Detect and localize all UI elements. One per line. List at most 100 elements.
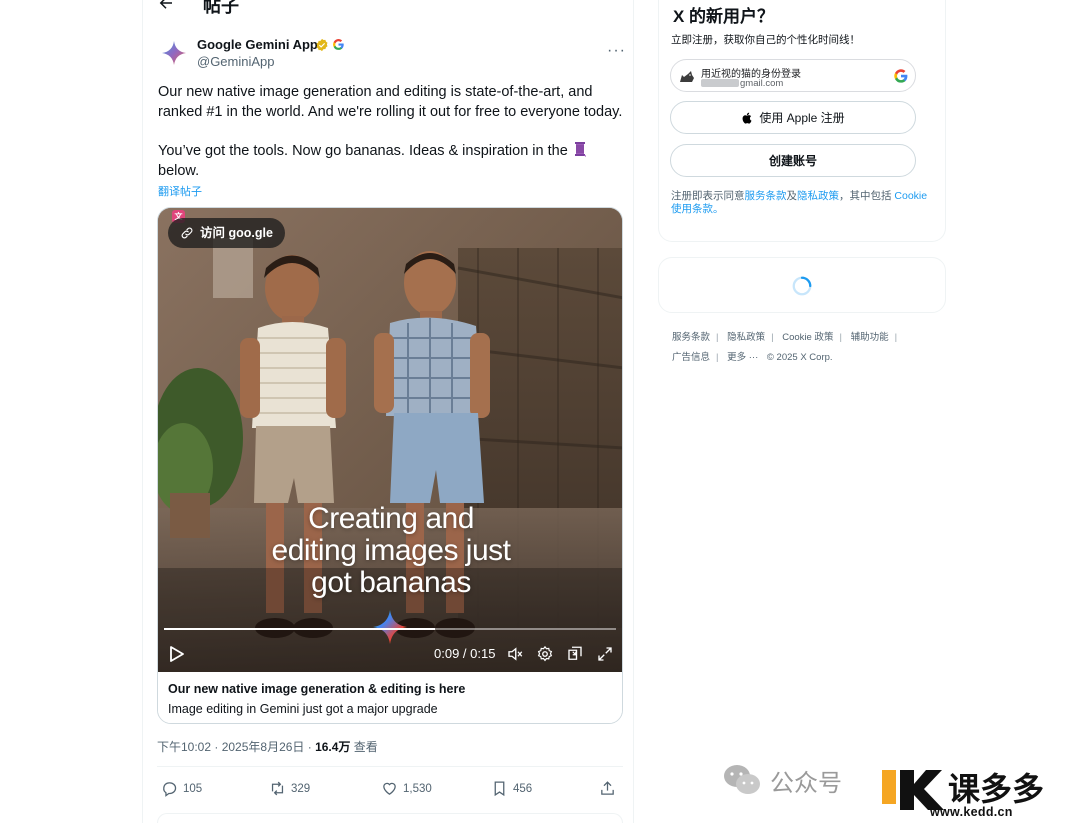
verified-badge-icon — [316, 38, 328, 52]
svg-text:课多多: 课多多 — [948, 770, 1044, 808]
video-frame-image — [158, 208, 622, 672]
apple-logo-icon — [742, 112, 752, 124]
terms-mid: ，其中包括 — [839, 190, 895, 202]
media-card[interactable]: 文 访问 goo.gle Creating and editing images… — [157, 207, 623, 724]
visit-link-label: 访问 goo.gle — [200, 226, 273, 240]
more-options-icon[interactable]: ··· — [607, 42, 626, 60]
repost-button[interactable]: 329 — [269, 780, 310, 797]
heart-icon — [383, 782, 396, 795]
avatar[interactable] — [159, 38, 189, 68]
thread-spool-icon — [574, 142, 586, 157]
footer-row-1: 服务条款 | 隐私政策 | Cookie 政策 | 辅助功能 | — [672, 328, 932, 348]
share-icon — [601, 781, 614, 795]
bookmark-icon — [494, 781, 505, 797]
footer-separator: | — [894, 332, 898, 343]
like-button[interactable]: 1,530 — [381, 780, 432, 797]
footer-link-cookie[interactable]: Cookie 政策 — [782, 332, 833, 343]
share-button[interactable] — [599, 780, 621, 797]
link-icon — [181, 227, 193, 239]
headline-line-1: Creating and — [308, 502, 474, 535]
link-card-description: Image editing in Gemini just got a major… — [168, 702, 438, 716]
terms-and: 及 — [786, 190, 798, 202]
loading-panel — [658, 257, 946, 313]
video-progress-fill — [164, 628, 436, 630]
repost-count: 329 — [291, 782, 311, 795]
views-label: 查看 — [350, 740, 378, 754]
reply-count: 105 — [183, 782, 203, 795]
footer-link-ads[interactable]: 广告信息 — [672, 352, 710, 363]
video-player[interactable]: 文 访问 goo.gle Creating and editing images… — [158, 208, 622, 672]
back-arrow-icon[interactable] — [157, 0, 175, 12]
timestamp-text: 下午10:02 · 2025年8月26日 · — [157, 740, 316, 754]
mute-icon[interactable] — [506, 645, 524, 663]
cat-avatar-icon — [680, 71, 694, 82]
email-redaction — [701, 79, 739, 87]
visit-link-button[interactable]: 访问 goo.gle — [168, 218, 285, 248]
footer-separator: | — [839, 332, 842, 343]
tweet-text-2: You’ve got the tools. Now go bananas. Id… — [158, 141, 628, 181]
footer-link-tos[interactable]: 服务条款 — [672, 332, 710, 343]
signup-title: X 的新用户？ — [673, 7, 775, 26]
translate-post-link[interactable]: 翻译帖子 — [158, 183, 202, 199]
tweet-text-2-tail: below. — [158, 163, 200, 179]
video-progress-bar[interactable] — [164, 628, 616, 630]
google-account-email: gmail.com — [701, 78, 783, 89]
bookmark-button[interactable]: 456 — [491, 780, 532, 797]
create-account-label: 创建账号 — [768, 154, 817, 168]
video-time: 0:09 / 0:15 — [434, 646, 496, 661]
create-account-button[interactable]: 创建账号 — [670, 144, 916, 177]
google-logo-icon — [894, 69, 908, 83]
privacy-policy-link[interactable]: 隐私政策 — [797, 190, 839, 202]
settings-gear-icon[interactable] — [536, 645, 554, 663]
like-count: 1,530 — [403, 782, 432, 795]
video-overlay-headline: Creating and editing images just got ban… — [158, 502, 622, 599]
footer-copyright: © 2025 X Corp. — [766, 352, 833, 363]
terms-prefix: 注册即表示同意 — [671, 190, 745, 202]
kedd-url: www.kedd.cn — [930, 805, 1013, 819]
apple-signup-label: 使用 Apple 注册 — [759, 111, 845, 125]
google-affiliate-icon — [333, 39, 344, 50]
top-bar: 帖子 — [143, 0, 633, 20]
wechat-icon — [724, 765, 760, 794]
signup-subtitle: 立即注册，获取你自己的个性化时间线！ — [671, 34, 860, 46]
footer-separator: | — [716, 352, 719, 363]
footer-row-2: 广告信息 | 更多 ··· © 2025 X Corp. — [672, 348, 932, 368]
next-item-edge — [157, 813, 623, 823]
footer-links: 服务条款 | 隐私政策 | Cookie 政策 | 辅助功能 | 广告信息 | 更多 ··… — [672, 328, 932, 368]
link-card-title: Our new native image generation & editin… — [168, 682, 466, 696]
apple-signup-button[interactable]: 使用 Apple 注册 — [670, 101, 916, 134]
signup-panel: X 的新用户？ 立即注册，获取你自己的个性化时间线！ 用近视的猫的身份登录 gm… — [658, 0, 946, 242]
reply-button[interactable]: 105 — [161, 780, 202, 797]
tweet-timestamp[interactable]: 下午10:02 · 2025年8月26日 · 16.4万 查看 — [157, 738, 378, 755]
divider — [157, 766, 623, 767]
footer-separator: | — [716, 332, 719, 343]
play-icon[interactable] — [170, 646, 184, 662]
picture-in-picture-icon[interactable] — [566, 645, 584, 663]
watermark-label: 公众号 — [770, 769, 842, 797]
views-count: 16.4万 — [315, 740, 351, 754]
user-handle[interactable]: @GeminiApp — [197, 54, 275, 69]
terms-text: 注册即表示同意服务条款及隐私政策，其中包括 Cookie 使用条款。 — [671, 190, 939, 216]
footer-link-more[interactable]: 更多 ··· — [727, 352, 758, 363]
google-account-email-domain: gmail.com — [740, 78, 784, 89]
main-column: 帖子 Google Gemini App @GeminiApp ··· Our … — [142, 0, 634, 823]
link-card-footer[interactable]: Our new native image generation & editin… — [158, 672, 622, 723]
reply-icon — [163, 782, 177, 797]
terms-of-service-link[interactable]: 服务条款 — [745, 190, 787, 202]
repost-icon — [271, 781, 284, 796]
gemini-sparkle-icon — [373, 610, 407, 644]
headline-line-3: got bananas — [311, 566, 471, 599]
page-title: 帖子 — [203, 0, 239, 16]
display-name[interactable]: Google Gemini App — [197, 37, 318, 52]
footer-link-privacy[interactable]: 隐私政策 — [727, 332, 765, 343]
headline-line-2: editing images just — [271, 534, 511, 567]
tweet-text-2-main: You’ve got the tools. Now go bananas. Id… — [158, 143, 568, 159]
loading-spinner-icon — [792, 276, 812, 296]
bookmark-count: 456 — [513, 782, 533, 795]
tweet-text: Our new native image generation and edit… — [158, 84, 623, 120]
wechat-watermark: 公众号 — [722, 760, 842, 800]
footer-separator: | — [771, 332, 774, 343]
footer-link-accessibility[interactable]: 辅助功能 — [851, 332, 889, 343]
google-signin-button[interactable]: 用近视的猫的身份登录 gmail.com — [670, 59, 916, 92]
fullscreen-icon[interactable] — [596, 645, 614, 663]
